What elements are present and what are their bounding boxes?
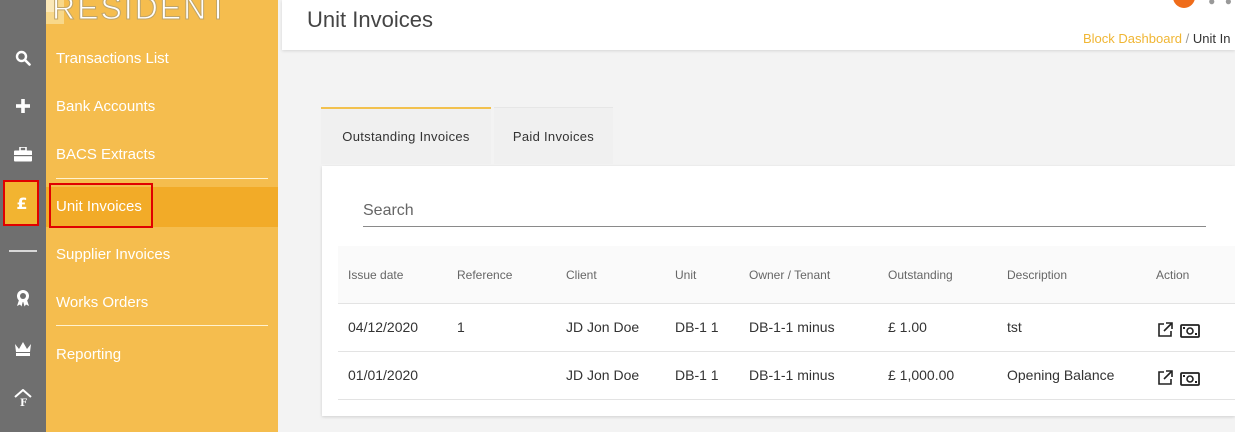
sidebar-item-transactions-list[interactable]: Transactions List <box>56 50 169 67</box>
row-divider <box>338 351 1235 352</box>
plus-icon[interactable] <box>0 91 46 121</box>
cell-issue-date: 01/01/2020 <box>348 367 419 383</box>
breadcrumb-separator: / <box>1185 31 1190 46</box>
cell-owner-tenant: DB-1-1 minus <box>749 367 835 383</box>
cell-owner-tenant: DB-1-1 minus <box>749 319 835 335</box>
cell-issue-date: 04/12/2020 <box>348 319 419 335</box>
search-icon[interactable] <box>0 43 46 73</box>
pound-symbol: £ <box>16 193 28 213</box>
cell-description: tst <box>1007 319 1022 335</box>
cell-outstanding: £ 1.00 <box>888 319 927 335</box>
sidebar-item-reporting[interactable]: Reporting <box>56 346 121 363</box>
avatar[interactable] <box>1173 0 1195 8</box>
column-header-issue-date[interactable]: Issue date <box>348 268 403 282</box>
column-header-description[interactable]: Description <box>1007 268 1067 282</box>
briefcase-icon[interactable] <box>0 139 46 169</box>
payment-icon[interactable] <box>1180 372 1200 391</box>
row-divider <box>338 399 1235 400</box>
crown-icon[interactable] <box>0 333 46 363</box>
sidebar-item-bank-accounts[interactable]: Bank Accounts <box>56 98 155 115</box>
more-icon[interactable]: ● ● <box>1208 0 1235 8</box>
cell-description: Opening Balance <box>1007 367 1115 383</box>
svg-text:F: F <box>20 398 27 407</box>
badge-icon[interactable] <box>0 283 46 313</box>
logo-text: RESIDENT <box>52 0 230 27</box>
cell-client: JD Jon Doe <box>566 319 640 335</box>
house-f-icon[interactable]: F <box>0 383 46 413</box>
breadcrumb: Block Dashboard / Unit In <box>1083 31 1230 46</box>
cell-unit: DB-1 1 <box>675 319 719 335</box>
sidebar-item-supplier-invoices[interactable]: Supplier Invoices <box>56 246 170 263</box>
breadcrumb-link-block-dashboard[interactable]: Block Dashboard <box>1083 31 1182 46</box>
cell-client: JD Jon Doe <box>566 367 640 383</box>
menu-divider <box>56 325 268 326</box>
payment-icon[interactable] <box>1180 324 1200 343</box>
row-divider <box>338 303 1235 304</box>
cell-unit: DB-1 1 <box>675 367 719 383</box>
sidebar-menu: RESIDENT Transactions List Bank Accounts… <box>46 0 278 432</box>
column-header-client[interactable]: Client <box>566 268 597 282</box>
sidebar-item-highlight <box>49 183 153 228</box>
column-header-outstanding[interactable]: Outstanding <box>888 268 953 282</box>
search-input[interactable] <box>363 195 1206 227</box>
page-title: Unit Invoices <box>307 7 433 32</box>
column-header-reference[interactable]: Reference <box>457 268 512 282</box>
pound-icon[interactable]: £ <box>6 188 38 218</box>
cell-reference: 1 <box>457 319 465 335</box>
open-external-icon[interactable] <box>1157 370 1173 391</box>
sidebar-item-bacs-extracts[interactable]: BACS Extracts <box>56 146 155 163</box>
rail-divider <box>9 250 37 252</box>
column-header-owner-tenant[interactable]: Owner / Tenant <box>749 268 830 282</box>
column-header-unit[interactable]: Unit <box>675 268 696 282</box>
tab-paid-invoices[interactable]: Paid Invoices <box>494 107 613 164</box>
breadcrumb-current: Unit In <box>1192 31 1231 46</box>
icon-rail: £ F <box>0 0 46 432</box>
tab-outstanding-invoices[interactable]: Outstanding Invoices <box>321 107 491 164</box>
column-header-action: Action <box>1156 268 1190 282</box>
open-external-icon[interactable] <box>1157 322 1173 343</box>
cell-outstanding: £ 1,000.00 <box>888 367 955 383</box>
invoices-card: Issue date Reference Client Unit Owner /… <box>322 166 1235 416</box>
sidebar-item-works-orders[interactable]: Works Orders <box>56 294 148 311</box>
menu-divider <box>56 178 268 179</box>
